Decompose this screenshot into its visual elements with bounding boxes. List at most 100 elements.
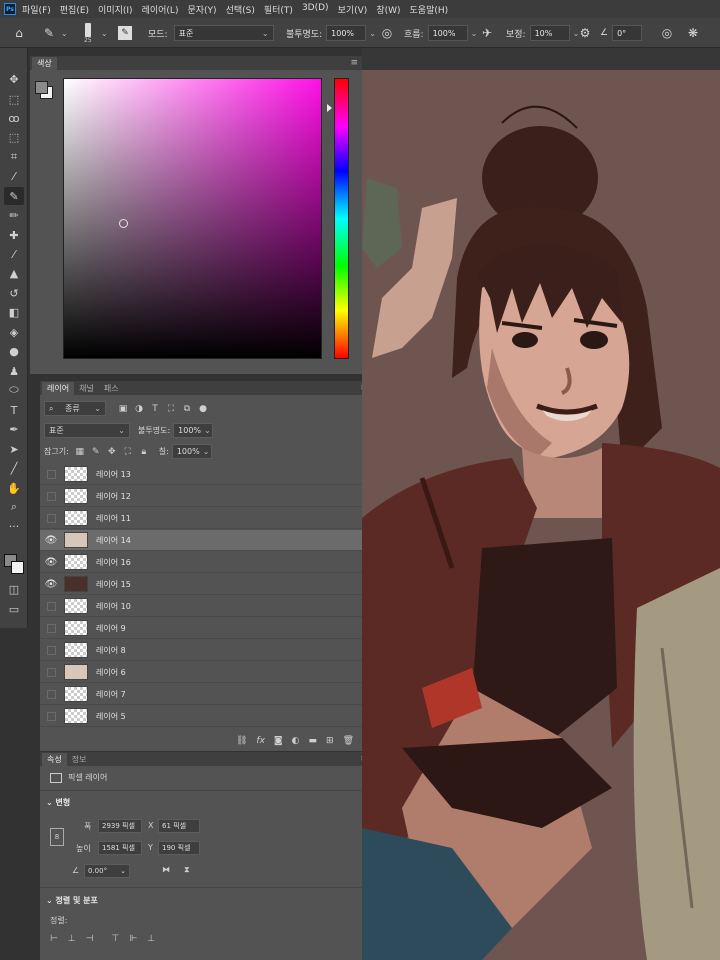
- filter-pixel-icon[interactable]: ▣: [116, 402, 130, 416]
- chevron-down-icon[interactable]: ⌄: [101, 29, 108, 38]
- opacity-field[interactable]: 100%: [326, 25, 367, 41]
- blur-tool-icon[interactable]: ●: [4, 342, 24, 360]
- brush-size-preview[interactable]: 25: [84, 18, 92, 48]
- layer-row[interactable]: 레이어 10: [40, 596, 362, 617]
- align-middle-v-icon[interactable]: ⊩: [129, 934, 137, 944]
- layer-row[interactable]: 👁︎ 레이어 15: [40, 574, 362, 595]
- chevron-down-icon[interactable]: ⌄: [369, 29, 376, 38]
- align-left-icon[interactable]: ⊢: [50, 934, 58, 944]
- dodge-tool-icon[interactable]: ♟: [4, 362, 24, 380]
- layer-row[interactable]: 레이어 11: [40, 508, 362, 529]
- saturation-value-picker[interactable]: [63, 78, 322, 359]
- lock-artboard-icon[interactable]: ⛶: [121, 445, 135, 459]
- more-tools-icon[interactable]: ···: [4, 517, 24, 535]
- filter-smartobject-icon[interactable]: ⧉: [180, 402, 194, 416]
- hue-slider[interactable]: [334, 78, 349, 359]
- transform-section-header[interactable]: ⌄ 변형: [46, 797, 70, 808]
- lock-all-icon[interactable]: 🔒︎: [137, 445, 151, 459]
- new-group-icon[interactable]: ▬: [309, 736, 318, 746]
- lock-image-icon[interactable]: ✎: [89, 445, 103, 459]
- blend-mode-select[interactable]: 표준 ⌄: [44, 423, 130, 438]
- width-field[interactable]: 2939 픽셀: [98, 819, 142, 833]
- tab-info[interactable]: 정보: [67, 753, 92, 766]
- visibility-toggle[interactable]: [47, 513, 56, 523]
- visibility-toggle[interactable]: [47, 711, 56, 721]
- filter-shape-icon[interactable]: ⛶: [164, 402, 178, 416]
- layer-row[interactable]: 👁︎ 레이어 16: [40, 552, 362, 573]
- history-brush-icon[interactable]: ↺: [4, 284, 24, 302]
- brush-preset-icon[interactable]: ✎: [40, 24, 58, 42]
- align-right-icon[interactable]: ⊣: [86, 934, 94, 944]
- lock-transparent-icon[interactable]: ▦: [73, 445, 87, 459]
- menu-item-7[interactable]: 3D(D): [302, 3, 329, 16]
- visibility-toggle[interactable]: [47, 601, 56, 611]
- hand-tool-icon[interactable]: ✋: [4, 479, 24, 497]
- visibility-eye-icon[interactable]: 👁︎: [40, 579, 62, 590]
- symmetry-icon[interactable]: ❋: [684, 24, 702, 42]
- layer-row[interactable]: 👁︎ 레이어 14: [40, 530, 362, 551]
- delete-layer-icon[interactable]: 🗑︎: [343, 736, 354, 746]
- mixer-brush-icon[interactable]: ⁄: [4, 245, 24, 263]
- menu-item-9[interactable]: 창(W): [376, 3, 400, 16]
- visibility-toggle[interactable]: [47, 667, 56, 677]
- tab-channels[interactable]: 채널: [74, 382, 99, 395]
- menu-item-5[interactable]: 선택(S): [226, 3, 255, 16]
- pencil-tool-icon[interactable]: ✏: [4, 206, 24, 224]
- layer-row[interactable]: 레이어 9: [40, 618, 362, 639]
- hue-slider-marker[interactable]: [327, 104, 332, 112]
- align-center-h-icon[interactable]: ⊥: [68, 934, 76, 944]
- visibility-toggle[interactable]: [47, 689, 56, 699]
- background-color-swatch[interactable]: [11, 561, 24, 574]
- visibility-toggle[interactable]: [47, 491, 56, 501]
- menu-item-10[interactable]: 도움말(H): [410, 3, 449, 16]
- document-canvas[interactable]: [362, 48, 720, 960]
- menu-item-1[interactable]: 편집(E): [60, 3, 89, 16]
- crop-tool-icon[interactable]: ⌗: [4, 148, 24, 166]
- color-picker-cursor[interactable]: [119, 219, 128, 228]
- smoothing-field[interactable]: 10%: [529, 25, 570, 41]
- tab-layers[interactable]: 레이어: [42, 382, 75, 395]
- filter-type-icon[interactable]: T: [148, 402, 162, 416]
- tab-paths[interactable]: 패스: [99, 382, 124, 395]
- foreground-swatch[interactable]: [35, 81, 48, 94]
- move-tool-icon[interactable]: ✥: [4, 70, 24, 88]
- visibility-toggle[interactable]: [47, 469, 56, 479]
- link-layers-icon[interactable]: ⛓: [236, 736, 247, 746]
- stamp-tool-icon[interactable]: ▲: [4, 264, 24, 282]
- line-tool-icon[interactable]: ╱: [4, 459, 24, 477]
- type-tool-icon[interactable]: T: [4, 401, 24, 419]
- visibility-eye-icon[interactable]: 👁︎: [40, 557, 62, 568]
- layer-kind-filter[interactable]: ⌕ 종류 ⌄: [44, 401, 106, 416]
- photoshop-logo[interactable]: Ps: [4, 3, 16, 15]
- visibility-eye-icon[interactable]: 👁︎: [40, 535, 62, 546]
- brush-tool-icon[interactable]: ✎: [4, 187, 24, 205]
- panel-menu-icon[interactable]: ≡: [350, 58, 358, 68]
- new-layer-icon[interactable]: ⊞: [326, 736, 334, 746]
- flow-field[interactable]: 100%: [427, 25, 468, 41]
- smoothing-settings-icon[interactable]: ⚙: [576, 24, 594, 42]
- lock-position-icon[interactable]: ✥: [105, 445, 119, 459]
- layer-row[interactable]: 레이어 13: [40, 464, 362, 485]
- tab-color[interactable]: 색상: [32, 57, 57, 70]
- pressure-opacity-icon[interactable]: ◎: [378, 24, 396, 42]
- layer-opacity-field[interactable]: 100% ⌄: [173, 423, 214, 438]
- visibility-toggle[interactable]: [47, 645, 56, 655]
- layer-style-icon[interactable]: fx: [256, 736, 265, 746]
- sponge-tool-icon[interactable]: ⬭: [4, 381, 24, 399]
- height-field[interactable]: 1581 픽셀: [98, 841, 142, 855]
- add-mask-icon[interactable]: ◙: [274, 736, 283, 746]
- rotation-field[interactable]: 0.00° ⌄: [84, 864, 130, 878]
- path-select-icon[interactable]: ➤: [4, 440, 24, 458]
- layer-row[interactable]: 레이어 6: [40, 662, 362, 683]
- tab-properties[interactable]: 속성: [42, 753, 67, 766]
- pressure-size-icon[interactable]: ◎: [658, 24, 676, 42]
- quick-mask-icon[interactable]: ◫: [4, 580, 24, 598]
- pen-tool-icon[interactable]: ✒: [4, 420, 24, 438]
- layer-row[interactable]: 레이어 7: [40, 684, 362, 705]
- brush-angle-field[interactable]: 0°: [612, 25, 643, 41]
- healing-tool-icon[interactable]: ✚: [4, 226, 24, 244]
- filter-toggle-icon[interactable]: ●: [196, 402, 210, 416]
- eraser-tool-icon[interactable]: ◧: [4, 303, 24, 321]
- chevron-down-icon[interactable]: ⌄: [471, 29, 478, 38]
- layer-row[interactable]: 레이어 8: [40, 640, 362, 661]
